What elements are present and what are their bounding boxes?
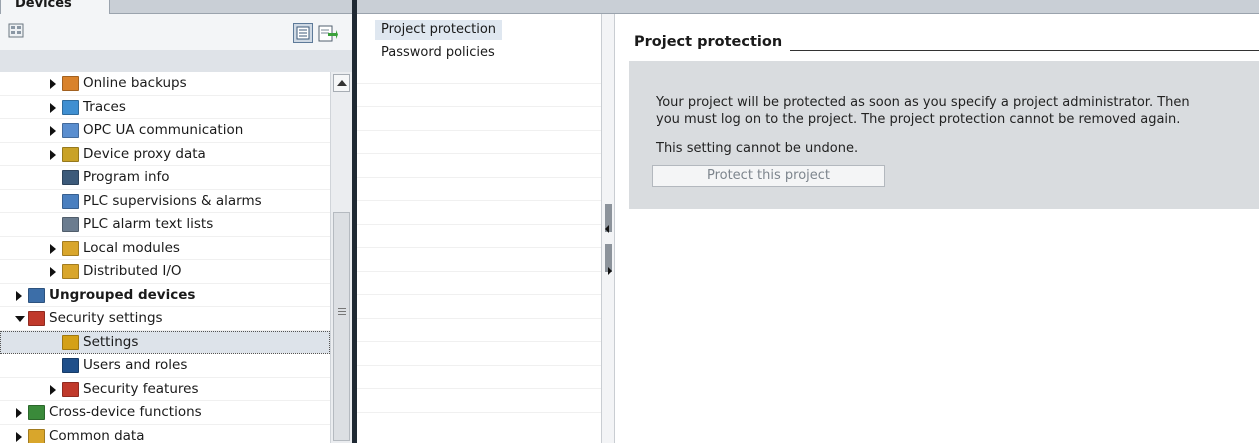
local-modules-icon (62, 240, 79, 256)
collapse-left-icon[interactable] (605, 225, 609, 233)
tree-item-label: Users and roles (83, 357, 188, 373)
project-tree-pane: Devices Online backups Traces OPC UA commu… (0, 0, 352, 443)
nav-item-project-protection[interactable]: Project protection (375, 20, 503, 40)
expand-arrow-icon[interactable] (16, 290, 22, 301)
expand-arrow-icon[interactable] (50, 384, 56, 395)
protect-project-button[interactable]: Protect this project (652, 165, 885, 187)
tree-item-settings[interactable]: Settings (0, 330, 330, 354)
security-settings-icon (28, 311, 45, 326)
scroll-thumb[interactable] (333, 212, 350, 441)
tree-item-plc-supervisions-alarms[interactable]: PLC supervisions & alarms (0, 190, 330, 213)
tree-item-label: Online backups (83, 75, 187, 91)
tree-item-label: PLC supervisions & alarms (83, 192, 262, 209)
settings-nav-pane: Project protection Password policies (357, 0, 1259, 443)
tree-item-ungrouped-devices[interactable]: Ungrouped devices (0, 284, 330, 307)
tree-item-label: Traces (83, 98, 126, 115)
expand-arrow-icon[interactable] (50, 149, 56, 160)
nav-splitter[interactable] (601, 14, 615, 443)
tree-item-cross-device-functions[interactable]: Cross-device functions (0, 401, 330, 425)
tree-item-distributed-i-o[interactable]: Distributed I/O (0, 260, 330, 284)
expand-arrow-icon[interactable] (50, 79, 56, 89)
nav-list-lines (357, 60, 601, 413)
expand-right-icon[interactable] (608, 267, 612, 275)
tree-item-label: Common data (49, 427, 145, 443)
expand-arrow-icon[interactable] (50, 243, 56, 254)
tree-item-label: Device proxy data (83, 145, 206, 162)
description-line-1: Your project will be protected as soon a… (656, 95, 1190, 110)
tree-item-label: Settings (83, 333, 139, 350)
distributed-io-icon (62, 264, 79, 279)
tree-item-local-modules[interactable]: Local modules (0, 237, 330, 260)
overview-icon[interactable] (8, 22, 26, 40)
tree-item-label: OPC UA communication (83, 122, 244, 138)
tree-item-security-features[interactable]: Security features (0, 378, 330, 401)
tree-item-users-and-roles[interactable]: Users and roles (0, 354, 330, 378)
traces-icon (62, 99, 79, 115)
expand-arrow-icon[interactable] (16, 408, 22, 418)
detail-view-icon[interactable] (293, 23, 313, 43)
tree-item-label: Program info (83, 169, 170, 185)
tree-item-label: Cross-device functions (49, 404, 202, 420)
settings-icon (62, 334, 79, 350)
security-features-icon (62, 381, 79, 397)
opc-ua-icon (62, 123, 79, 138)
program-info-icon (62, 170, 79, 185)
online-backups-icon (62, 76, 79, 91)
alarm-text-lists-icon (62, 217, 79, 232)
scroll-grip-icon (338, 308, 346, 315)
tree-item-label: Security features (83, 380, 199, 397)
tree-item-traces[interactable]: Traces (0, 96, 330, 119)
tree-item-label: Distributed I/O (83, 263, 182, 279)
tab-strip: Devices (0, 0, 352, 14)
tree-item-opc-ua-communication[interactable]: OPC UA communication (0, 119, 330, 143)
tree-item-plc-alarm-text-lists[interactable]: PLC alarm text lists (0, 213, 330, 237)
section-title: Project protection (634, 34, 783, 50)
collapse-arrow-icon[interactable] (15, 316, 25, 322)
ungrouped-devices-icon (28, 287, 45, 303)
tree-item-label: PLC alarm text lists (83, 216, 214, 232)
project-protection-content: Project protection Your project will be … (615, 14, 1259, 443)
expand-arrow-icon[interactable] (16, 431, 22, 442)
section-title-rule (790, 50, 1259, 51)
expand-arrow-icon[interactable] (50, 102, 56, 113)
tree-scrollbar[interactable] (330, 72, 352, 443)
scroll-up-button[interactable] (333, 74, 350, 92)
export-icon[interactable] (318, 23, 338, 43)
editor-topbar (357, 0, 1259, 14)
tab-devices[interactable]: Devices (0, 0, 110, 14)
device-proxy-icon (62, 146, 79, 162)
users-roles-icon (62, 358, 79, 373)
tree-item-online-backups[interactable]: Online backups (0, 72, 330, 96)
expand-arrow-icon[interactable] (50, 126, 56, 136)
tree-item-label: Ungrouped devices (49, 286, 196, 303)
tree-item-device-proxy-data[interactable]: Device proxy data (0, 143, 330, 166)
expand-arrow-icon[interactable] (50, 267, 56, 277)
cross-device-icon (28, 405, 45, 420)
tree-header (0, 50, 352, 72)
tree-item-label: Security settings (49, 310, 163, 326)
plc-supervisions-icon (62, 193, 79, 209)
common-data-icon (28, 428, 45, 443)
warning-text: This setting cannot be undone. (656, 141, 859, 156)
tree-item-label: Local modules (83, 239, 180, 256)
tree-item-program-info[interactable]: Program info (0, 166, 330, 190)
tree-item-security-settings[interactable]: Security settings (0, 307, 330, 331)
tree-toolbar (0, 14, 352, 50)
protection-panel: Your project will be protected as soon a… (629, 61, 1259, 209)
project-tree: Online backups Traces OPC UA communication… (0, 72, 330, 443)
description-line-2: you must log on to the project. The proj… (656, 112, 1181, 127)
tree-item-common-data[interactable]: Common data (0, 425, 330, 443)
